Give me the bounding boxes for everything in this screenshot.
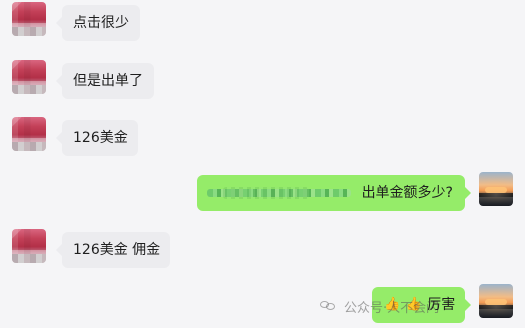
official-account-icon bbox=[320, 300, 338, 312]
redacted-text-block bbox=[207, 187, 351, 199]
message-bubble-right[interactable]: 👍 👍 厉害 bbox=[372, 287, 471, 323]
message-bubble-left[interactable]: 126美金 佣金 bbox=[56, 232, 170, 268]
message-text: 126美金 佣金 bbox=[73, 242, 161, 258]
message-text: 出单金额多少? bbox=[361, 185, 453, 201]
chat-conversation: 点击很少 但是出单了 126美金 出单金额多少? 126美金 佣金 👍 👍 厉害… bbox=[0, 0, 525, 328]
message-text: 点击很少 bbox=[73, 15, 129, 31]
contact-avatar[interactable] bbox=[12, 229, 46, 263]
my-avatar[interactable] bbox=[479, 172, 513, 206]
message-text: 厉害 bbox=[427, 297, 456, 313]
contact-avatar[interactable] bbox=[12, 60, 46, 94]
message-text: 126美金 bbox=[73, 130, 128, 146]
message-bubble-right[interactable]: 出单金额多少? bbox=[197, 175, 471, 211]
thumbs-up-icon: 👍 bbox=[384, 297, 401, 312]
contact-avatar[interactable] bbox=[12, 117, 46, 151]
message-text: 但是出单了 bbox=[73, 73, 143, 89]
message-bubble-left[interactable]: 但是出单了 bbox=[56, 63, 154, 99]
contact-avatar[interactable] bbox=[12, 2, 46, 36]
my-avatar[interactable] bbox=[479, 284, 513, 318]
message-bubble-left[interactable]: 点击很少 bbox=[56, 5, 140, 41]
thumbs-up-icon: 👍 bbox=[405, 297, 422, 312]
message-bubble-left[interactable]: 126美金 bbox=[56, 120, 138, 156]
